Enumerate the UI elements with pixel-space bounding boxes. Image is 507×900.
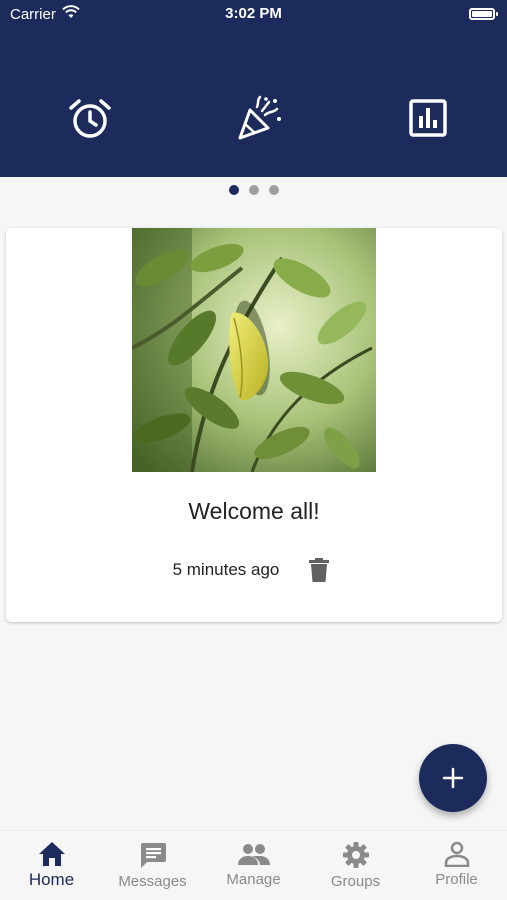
nav-messages[interactable]: Messages	[102, 841, 203, 897]
message-icon	[140, 843, 166, 868]
post-title: Welcome all!	[188, 498, 320, 524]
app-header: Carrier 3:02 PM	[0, 0, 507, 177]
nav-manage-label: Manage	[226, 871, 281, 888]
nav-groups[interactable]: Groups	[305, 841, 406, 897]
header-actions	[0, 92, 507, 144]
add-post-button[interactable]	[419, 744, 487, 812]
party-popper-icon[interactable]	[233, 92, 285, 144]
status-time: 3:02 PM	[225, 5, 282, 22]
page-indicator	[0, 185, 507, 195]
alarm-clock-icon[interactable]	[64, 92, 116, 144]
post-timestamp: 5 minutes ago	[172, 560, 280, 579]
page-dot[interactable]	[268, 185, 279, 195]
post-card[interactable]: Welcome all! 5 minutes ago	[6, 228, 502, 622]
page-dot[interactable]	[248, 185, 259, 195]
home-icon	[38, 842, 65, 866]
nav-profile[interactable]: Profile	[406, 841, 507, 897]
delete-post-button[interactable]	[303, 554, 335, 586]
nav-messages-label: Messages	[118, 873, 187, 890]
plus-icon	[442, 767, 464, 789]
nav-home-label: Home	[28, 870, 75, 889]
battery-icon	[469, 8, 498, 20]
nav-profile-label: Profile	[435, 871, 478, 888]
nav-manage[interactable]: Manage	[203, 841, 304, 897]
person-icon	[444, 841, 469, 867]
nav-groups-label: Groups	[330, 873, 381, 890]
bottom-navigation: Home Messages Manage Groups Profile	[0, 830, 507, 900]
status-bar: Carrier 3:02 PM	[0, 0, 507, 28]
nav-home[interactable]: Home	[1, 841, 102, 897]
post-image	[132, 228, 376, 472]
page-dot-active[interactable]	[228, 185, 239, 195]
post-meta: 5 minutes ago	[6, 554, 502, 586]
gear-icon	[342, 842, 369, 868]
bar-chart-icon[interactable]	[402, 92, 454, 144]
trash-icon	[309, 558, 330, 582]
people-icon	[237, 844, 270, 865]
